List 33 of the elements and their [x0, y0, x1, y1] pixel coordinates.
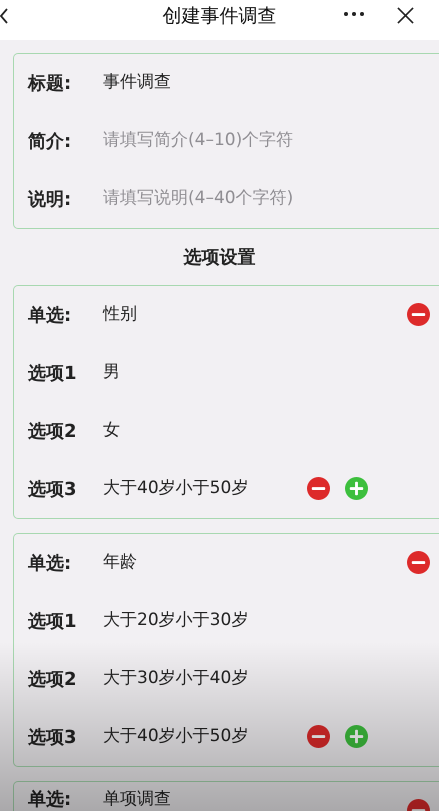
remove-icon[interactable]	[307, 725, 330, 748]
input-field[interactable]: 事件调查	[103, 70, 399, 96]
option-label: 选项3	[28, 478, 78, 502]
field-label: 说明:	[28, 188, 72, 212]
remove-icon[interactable]	[407, 551, 430, 574]
question-title: 性别	[103, 303, 137, 326]
field-label: 简介:	[28, 130, 72, 154]
option-value: 大于20岁小于30岁	[103, 609, 248, 632]
remove-icon[interactable]	[307, 477, 330, 500]
option-value: 女	[103, 419, 120, 442]
page-title: 创建事件调查	[162, 4, 276, 29]
question-type-label: 单选:	[28, 304, 72, 328]
option-label: 选项1	[28, 362, 78, 386]
input-field[interactable]: 请填写说明(4–40个字符)	[103, 186, 399, 212]
option-label: 选项3	[28, 726, 78, 750]
option-value: 大于30岁小于40岁	[103, 667, 248, 690]
remove-icon[interactable]	[407, 303, 430, 326]
option-value: 男	[103, 361, 120, 384]
field-label: 标题:	[28, 72, 72, 96]
back-icon[interactable]	[0, 8, 8, 24]
question-type-label: 单选:	[28, 789, 72, 810]
input-field[interactable]: 请填写简介(4–10)个字符	[103, 128, 399, 154]
close-icon[interactable]	[397, 7, 414, 24]
option-label: 选项2	[28, 420, 78, 444]
add-icon[interactable]	[345, 725, 368, 748]
section-title: 选项设置	[184, 246, 256, 270]
option-value: 大于40岁小于50岁	[103, 477, 248, 500]
question-type-label: 单选:	[28, 552, 72, 576]
option-label: 选项2	[28, 668, 78, 692]
question-title: 单项调查	[103, 789, 171, 810]
question-title: 年龄	[103, 551, 137, 574]
option-value: 大于40岁小于50岁	[103, 725, 248, 748]
option-label: 选项1	[28, 610, 78, 634]
